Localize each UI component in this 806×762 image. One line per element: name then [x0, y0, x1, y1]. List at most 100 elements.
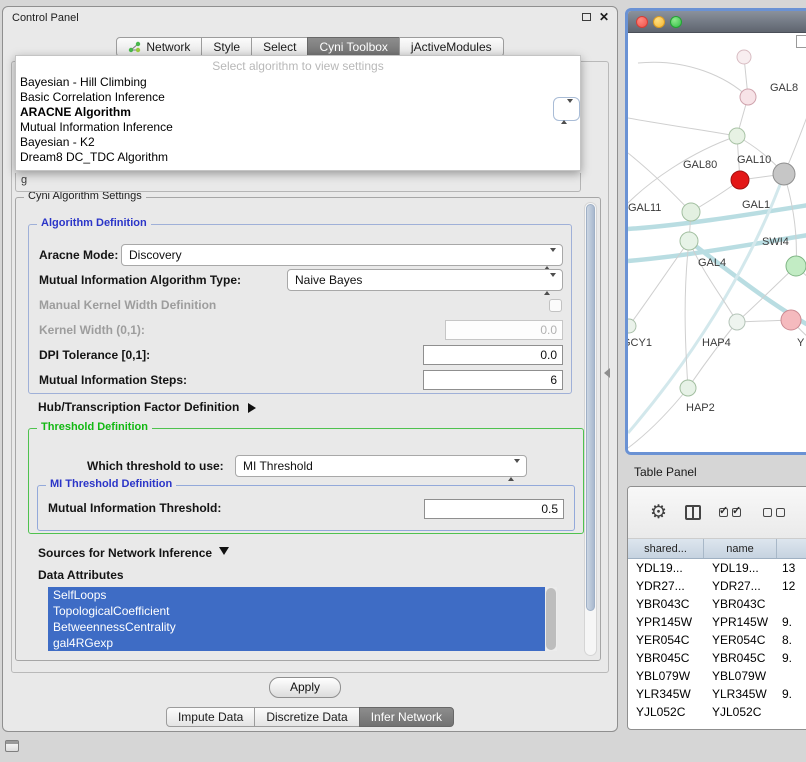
table-row[interactable]: YPR145W YPR145W 9. — [628, 613, 806, 631]
tab-select[interactable]: Select — [251, 37, 308, 57]
network-node[interactable] — [786, 256, 806, 276]
network-node[interactable] — [680, 232, 698, 250]
column-header-name[interactable]: name — [704, 539, 777, 558]
mi-algorithm-type-label: Mutual Information Algorithm Type: — [39, 269, 241, 291]
unchecked-boxes-icon[interactable] — [763, 508, 789, 517]
table-row[interactable]: YER054C YER054C 8. — [628, 631, 806, 649]
attributes-scrollbar[interactable] — [545, 587, 557, 651]
tab-label: Select — [263, 40, 296, 54]
gear-icon[interactable]: ⚙ — [650, 503, 667, 522]
which-threshold-select[interactable]: MI Threshold — [235, 455, 527, 477]
settings-scrollbar[interactable] — [584, 202, 597, 656]
cell-name: YBR045C — [704, 651, 777, 665]
table-row[interactable]: YDL19... YDL19... 13 — [628, 559, 806, 577]
tab-impute-data[interactable]: Impute Data — [166, 707, 255, 727]
scrollbar-thumb[interactable] — [546, 588, 556, 650]
manual-kernel-width-checkbox[interactable] — [549, 299, 562, 312]
network-window-titlebar[interactable] — [628, 11, 806, 33]
algorithm-option[interactable]: Bayesian - Hill Climbing — [16, 75, 580, 90]
cell-value: 9. — [777, 651, 806, 665]
tab-label: jActiveModules — [411, 40, 492, 54]
obscured-text: g — [21, 174, 27, 186]
columns-icon[interactable] — [685, 505, 701, 520]
algorithm-option-selected[interactable]: ARACNE Algorithm — [16, 105, 580, 120]
minimized-panel-icon[interactable] — [5, 740, 19, 752]
cell-name: YER054C — [704, 633, 777, 647]
threshold-definition-title: Threshold Definition — [37, 421, 152, 433]
network-canvas[interactable]: GAL80 GAL10 GAL11 GAL1 SWI4 GAL4 GCY1 HA… — [628, 33, 806, 452]
tab-infer-network[interactable]: Infer Network — [359, 707, 454, 727]
scrollbar-thumb[interactable] — [586, 204, 595, 611]
kernel-width-field[interactable] — [445, 320, 563, 340]
node-label: Y — [797, 337, 805, 349]
minimize-traffic-light-icon[interactable] — [653, 16, 665, 28]
tab-network[interactable]: Network — [116, 37, 202, 57]
splitter-handle[interactable] — [604, 368, 610, 378]
manual-kernel-width-label: Manual Kernel Width Definition — [39, 294, 216, 316]
mi-threshold-definition-title: MI Threshold Definition — [46, 478, 176, 490]
close-icon[interactable]: ✕ — [599, 10, 609, 24]
network-node[interactable] — [628, 319, 636, 333]
algorithm-combobox-button[interactable] — [553, 97, 580, 121]
algorithm-option[interactable]: Mutual Information Inference — [16, 120, 580, 135]
network-node[interactable] — [740, 89, 756, 105]
attribute-item-selected[interactable]: SelfLoops — [48, 587, 545, 603]
tab-jactivemodules[interactable]: jActiveModules — [399, 37, 504, 57]
network-node[interactable] — [680, 380, 696, 396]
collapse-down-arrow-icon[interactable] — [219, 547, 229, 555]
mi-algorithm-type-select[interactable]: Naive Bayes — [287, 269, 563, 291]
tab-discretize-data[interactable]: Discretize Data — [254, 707, 359, 727]
expand-right-arrow-icon[interactable] — [248, 403, 256, 413]
network-tab-icon — [128, 41, 141, 53]
network-scroll-corner[interactable] — [796, 35, 806, 48]
zoom-traffic-light-icon[interactable] — [670, 16, 682, 28]
table-row[interactable]: YLR345W YLR345W 9. — [628, 685, 806, 703]
network-node[interactable] — [729, 314, 745, 330]
cell-name: YPR145W — [704, 615, 777, 629]
data-attributes-label: Data Attributes — [38, 568, 124, 582]
aracne-mode-select[interactable]: Discovery — [121, 244, 563, 266]
network-node[interactable] — [781, 310, 801, 330]
apply-button[interactable]: Apply — [269, 677, 341, 698]
cyni-bottom-tabs: Impute Data Discretize Data Infer Networ… — [3, 707, 617, 727]
close-traffic-light-icon[interactable] — [636, 16, 648, 28]
network-node[interactable] — [729, 128, 745, 144]
algorithm-option[interactable]: Bayesian - K2 — [16, 135, 580, 150]
algorithm-definition-title: Algorithm Definition — [37, 217, 151, 229]
checked-boxes-icon[interactable] — [719, 508, 745, 517]
cell-shared-name: YPR145W — [628, 615, 704, 629]
cell-name: YDR27... — [704, 579, 777, 593]
table-row[interactable]: YBR043C YBR043C — [628, 595, 806, 613]
network-node[interactable] — [773, 163, 795, 185]
node-label: GCY1 — [628, 337, 652, 349]
table-row[interactable]: YBL079W YBL079W — [628, 667, 806, 685]
algorithm-option[interactable]: Dream8 DC_TDC Algorithm — [16, 150, 580, 165]
table-row[interactable]: YDR27... YDR27... 12 — [628, 577, 806, 595]
dpi-tolerance-field[interactable] — [423, 345, 563, 365]
attribute-item-selected[interactable]: BetweennessCentrality — [48, 619, 545, 635]
data-attributes-list[interactable]: SelfLoops TopologicalCoefficient Between… — [48, 587, 557, 651]
sources-section[interactable]: Sources for Network Inference — [38, 544, 229, 562]
mi-steps-field[interactable] — [423, 370, 563, 390]
cell-value: 12 — [777, 579, 806, 593]
column-header-partial[interactable] — [777, 539, 806, 558]
column-header-shared-name[interactable]: shared... — [628, 539, 704, 558]
node-label: GAL10 — [737, 154, 771, 166]
cell-shared-name: YBR043C — [628, 597, 704, 611]
sources-label: Sources for Network Inference — [38, 546, 212, 560]
attribute-item-selected[interactable]: gal4RGexp — [48, 635, 545, 651]
table-row[interactable]: YJL052C YJL052C — [628, 703, 806, 721]
table-row[interactable]: YBR045C YBR045C 9. — [628, 649, 806, 667]
hub-definition-section[interactable]: Hub/Transcription Factor Definition — [38, 398, 256, 416]
attribute-item-selected[interactable]: TopologicalCoefficient — [48, 603, 545, 619]
network-node[interactable] — [737, 50, 751, 64]
cell-shared-name: YBR045C — [628, 651, 704, 665]
selected-node-red[interactable] — [731, 171, 749, 189]
algorithm-option[interactable]: Basic Correlation Inference — [16, 90, 580, 105]
tab-cyni-toolbox[interactable]: Cyni Toolbox — [307, 37, 399, 57]
network-node[interactable] — [682, 203, 700, 221]
control-panel-titlebar: Control Panel ✕ — [3, 7, 617, 29]
mi-threshold-field[interactable] — [424, 499, 564, 519]
float-window-icon[interactable] — [582, 13, 591, 21]
tab-style[interactable]: Style — [201, 37, 252, 57]
